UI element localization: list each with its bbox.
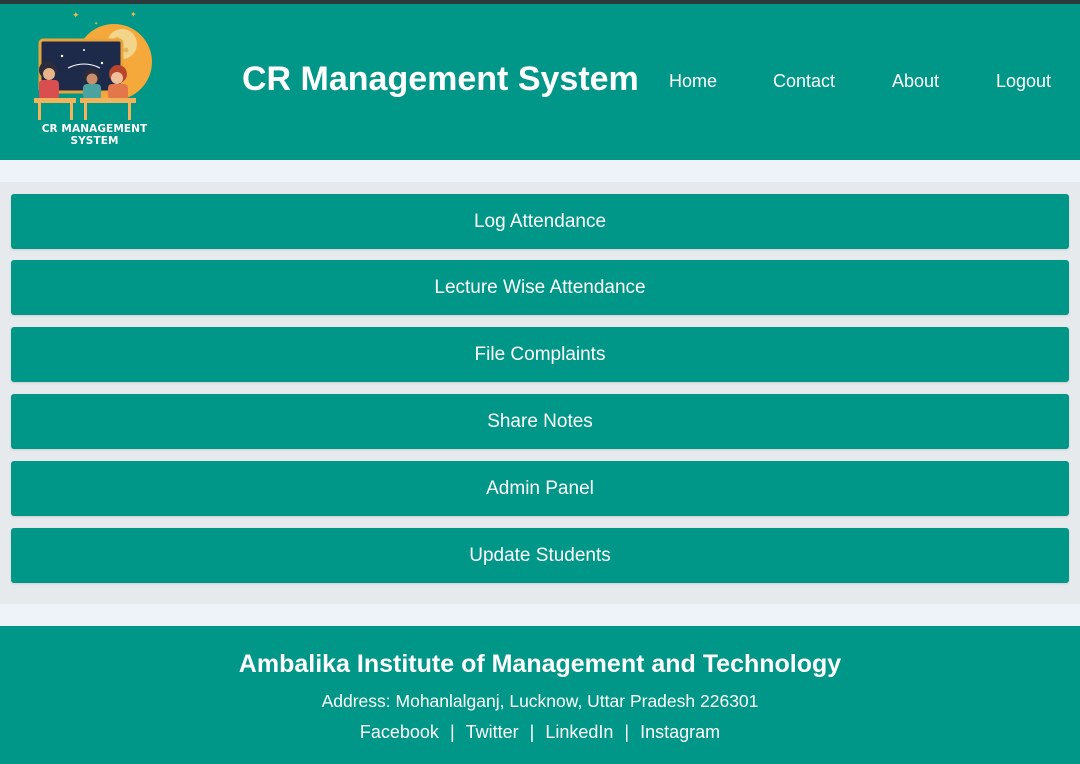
nav-home-link[interactable]: Home [669, 71, 717, 92]
file-complaints-button[interactable]: File Complaints [11, 327, 1069, 382]
share-notes-button[interactable]: Share Notes [11, 394, 1069, 449]
svg-text:✦: ✦ [72, 11, 80, 21]
nav-about-link[interactable]: About [892, 71, 939, 92]
svg-text:✦: ✦ [94, 21, 98, 27]
admin-panel-button[interactable]: Admin Panel [11, 461, 1069, 516]
separator: | [449, 722, 455, 742]
linkedin-link[interactable]: LinkedIn [545, 722, 613, 742]
separator: | [624, 722, 630, 742]
site-footer: Ambalika Institute of Management and Tec… [0, 626, 1080, 764]
separator: | [529, 722, 535, 742]
site-header: ✦ ✦ ✦ CR MANAGEMENT SYSTEM CR Management… [0, 4, 1080, 160]
site-logo[interactable]: ✦ ✦ ✦ CR MANAGEMENT SYSTEM [22, 8, 167, 147]
logo-caption: CR MANAGEMENT SYSTEM [41, 123, 148, 147]
social-links: Facebook | Twitter | LinkedIn | Instagram [0, 722, 1080, 743]
log-attendance-button[interactable]: Log Attendance [11, 194, 1069, 249]
footer-divider [0, 604, 1080, 626]
nav-logout-link[interactable]: Logout [996, 71, 1051, 92]
instagram-link[interactable]: Instagram [640, 722, 720, 742]
twitter-link[interactable]: Twitter [466, 722, 519, 742]
site-title: CR Management System [242, 60, 639, 98]
lecture-wise-attendance-button[interactable]: Lecture Wise Attendance [11, 260, 1069, 315]
nav-contact-link[interactable]: Contact [773, 71, 835, 92]
institute-address: Address: Mohanlalganj, Lucknow, Uttar Pr… [321, 691, 759, 711]
institute-name: Ambalika Institute of Management and Tec… [238, 650, 842, 678]
header-divider [0, 160, 1080, 182]
update-students-button[interactable]: Update Students [11, 528, 1069, 583]
dashboard-menu: Log Attendance Lecture Wise Attendance F… [0, 182, 1080, 604]
facebook-link[interactable]: Facebook [360, 722, 439, 742]
svg-text:✦: ✦ [130, 10, 137, 19]
